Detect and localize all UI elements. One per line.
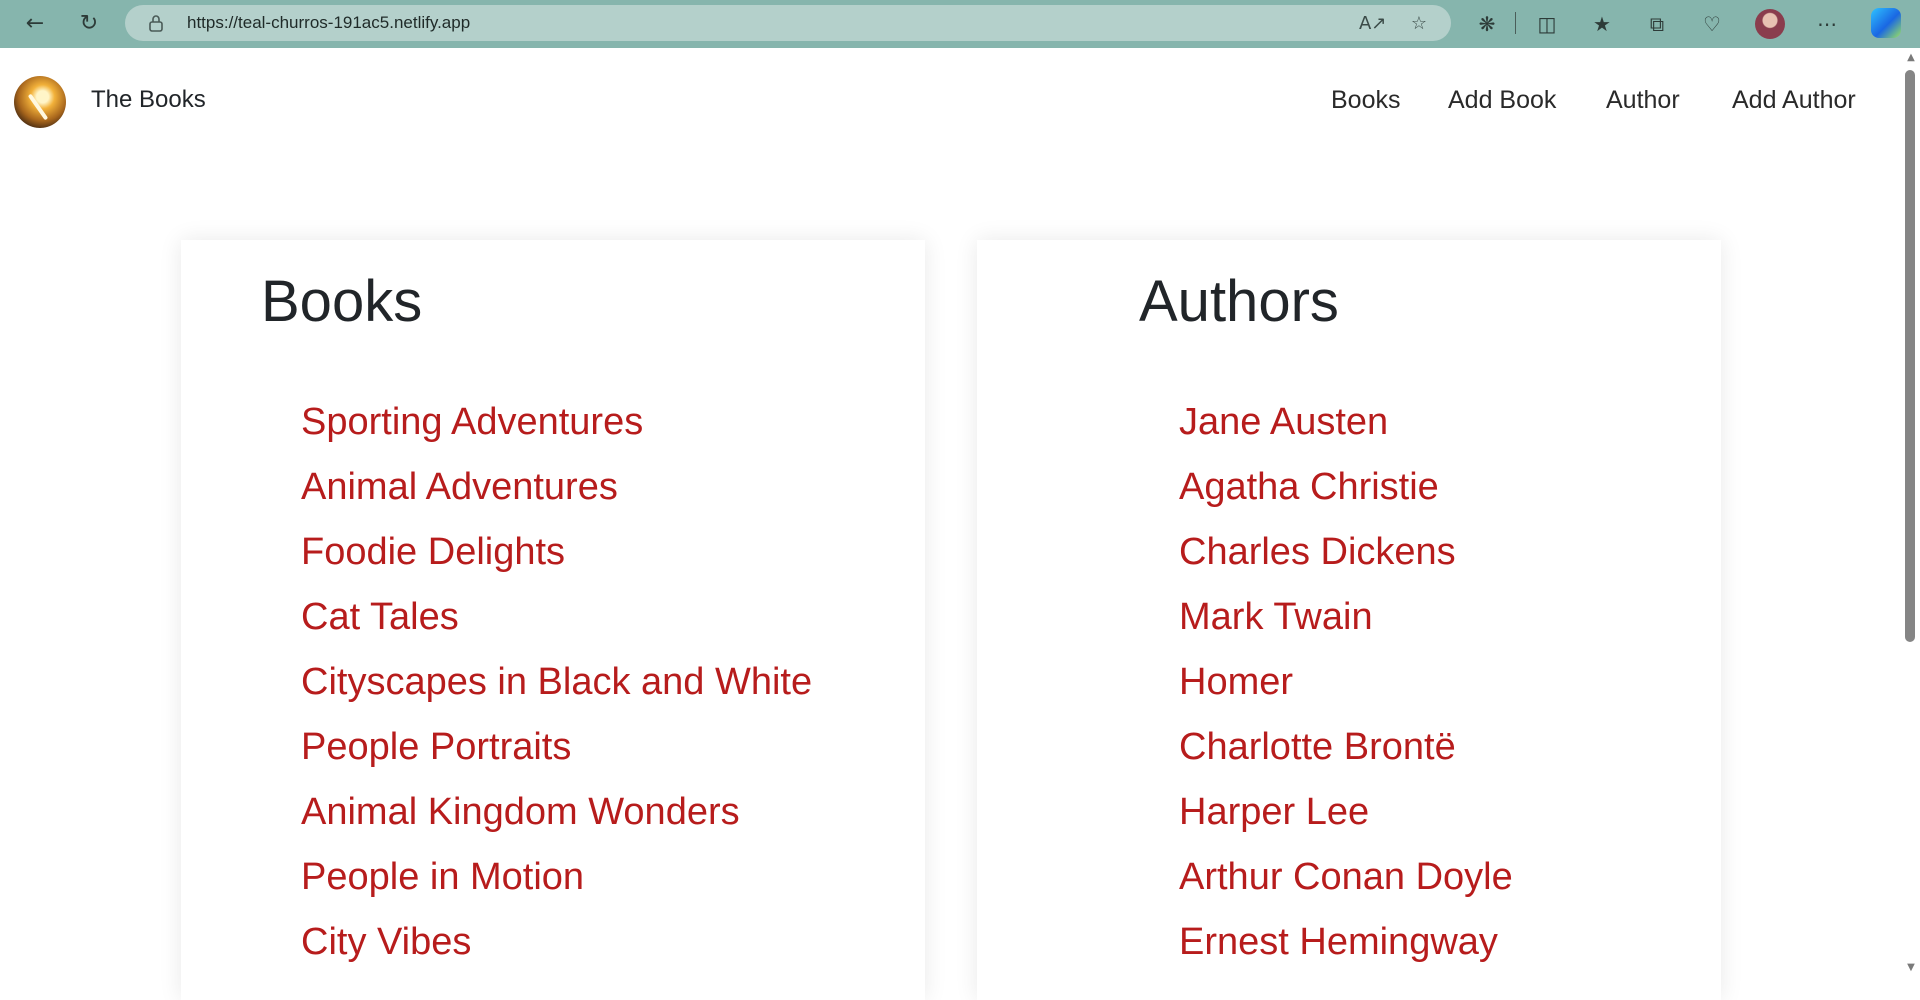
copilot-icon[interactable]	[1871, 8, 1901, 38]
list-item: People in Motion	[301, 845, 812, 910]
book-link[interactable]: Animal Kingdom Wonders	[301, 780, 740, 845]
nav-books[interactable]: Books	[1331, 86, 1400, 115]
author-link[interactable]: Ernest Hemingway	[1179, 910, 1498, 975]
author-link[interactable]: Mark Twain	[1179, 585, 1373, 650]
list-item: People Portraits	[301, 715, 812, 780]
list-item: Agatha Christie	[1179, 455, 1513, 520]
book-link[interactable]: City Vibes	[301, 910, 471, 975]
author-link[interactable]: Jane Austen	[1179, 390, 1388, 455]
brand-name[interactable]: The Books	[91, 86, 206, 114]
list-item: Charles Dickens	[1179, 520, 1513, 585]
author-link[interactable]: Charles Dickens	[1179, 520, 1456, 585]
list-item: Ernest Hemingway	[1179, 910, 1513, 975]
author-link[interactable]: Harper Lee	[1179, 780, 1369, 845]
list-item: Mark Twain	[1179, 585, 1513, 650]
list-item: Harper Lee	[1179, 780, 1513, 845]
list-item: Animal Kingdom Wonders	[301, 780, 812, 845]
profile-avatar[interactable]	[1755, 9, 1785, 39]
scroll-up-icon[interactable]: ▲	[1904, 52, 1918, 64]
list-item: Cityscapes in Black and White	[301, 650, 812, 715]
book-link[interactable]: Foodie Delights	[301, 520, 565, 585]
books-heading: Books	[261, 269, 423, 334]
book-link[interactable]: Cityscapes in Black and White	[301, 650, 812, 715]
list-item: Sporting Adventures	[301, 390, 812, 455]
list-item: Animal Adventures	[301, 455, 812, 520]
authors-heading: Authors	[1139, 269, 1339, 334]
reload-icon[interactable]: ↻	[72, 8, 106, 38]
list-item: Cat Tales	[301, 585, 812, 650]
list-item: City Vibes	[301, 910, 812, 975]
back-icon[interactable]: ←	[18, 8, 52, 38]
favorites-icon[interactable]: ★	[1587, 9, 1617, 39]
lock-icon[interactable]	[149, 14, 163, 32]
collections-icon[interactable]: ⧉	[1642, 9, 1672, 39]
extensions-icon[interactable]: ❋	[1472, 9, 1502, 39]
author-link[interactable]: Arthur Conan Doyle	[1179, 845, 1513, 910]
list-item: Charlotte Brontë	[1179, 715, 1513, 780]
list-item: Foodie Delights	[301, 520, 812, 585]
books-card: Books Sporting Adventures Animal Adventu…	[181, 240, 925, 1000]
toolbar-divider	[1515, 12, 1516, 34]
book-link[interactable]: People in Motion	[301, 845, 584, 910]
nav-add-book[interactable]: Add Book	[1448, 86, 1556, 115]
scrollbar-thumb[interactable]	[1905, 70, 1915, 642]
list-item: Jane Austen	[1179, 390, 1513, 455]
nav-author[interactable]: Author	[1606, 86, 1680, 115]
books-list: Sporting Adventures Animal Adventures Fo…	[301, 390, 812, 975]
book-link[interactable]: People Portraits	[301, 715, 571, 780]
book-link[interactable]: Cat Tales	[301, 585, 459, 650]
book-link[interactable]: Animal Adventures	[301, 455, 618, 520]
split-screen-icon[interactable]: ◫	[1532, 9, 1562, 39]
nav-add-author[interactable]: Add Author	[1732, 86, 1856, 115]
list-item: Homer	[1179, 650, 1513, 715]
address-bar[interactable]: https://teal-churros-191ac5.netlify.app …	[125, 5, 1451, 41]
authors-card: Authors Jane Austen Agatha Christie Char…	[977, 240, 1721, 1000]
authors-list: Jane Austen Agatha Christie Charles Dick…	[1179, 390, 1513, 975]
book-link[interactable]: Sporting Adventures	[301, 390, 643, 455]
favorite-star-icon[interactable]: ☆	[1407, 12, 1431, 36]
list-item: Arthur Conan Doyle	[1179, 845, 1513, 910]
read-aloud-icon[interactable]: A↗	[1359, 12, 1386, 36]
scroll-down-icon[interactable]: ▼	[1904, 962, 1918, 974]
author-link[interactable]: Agatha Christie	[1179, 455, 1439, 520]
browser-essentials-icon[interactable]: ♡	[1697, 9, 1727, 39]
author-link[interactable]: Homer	[1179, 650, 1293, 715]
browser-toolbar: ← ↻ https://teal-churros-191ac5.netlify.…	[0, 0, 1920, 48]
author-link[interactable]: Charlotte Brontë	[1179, 715, 1456, 780]
brand-logo[interactable]	[14, 76, 66, 128]
url-text[interactable]: https://teal-churros-191ac5.netlify.app	[187, 13, 470, 33]
site-navbar: The Books Books Add Book Author Add Auth…	[0, 48, 1902, 156]
more-icon[interactable]: ⋯	[1812, 9, 1842, 39]
